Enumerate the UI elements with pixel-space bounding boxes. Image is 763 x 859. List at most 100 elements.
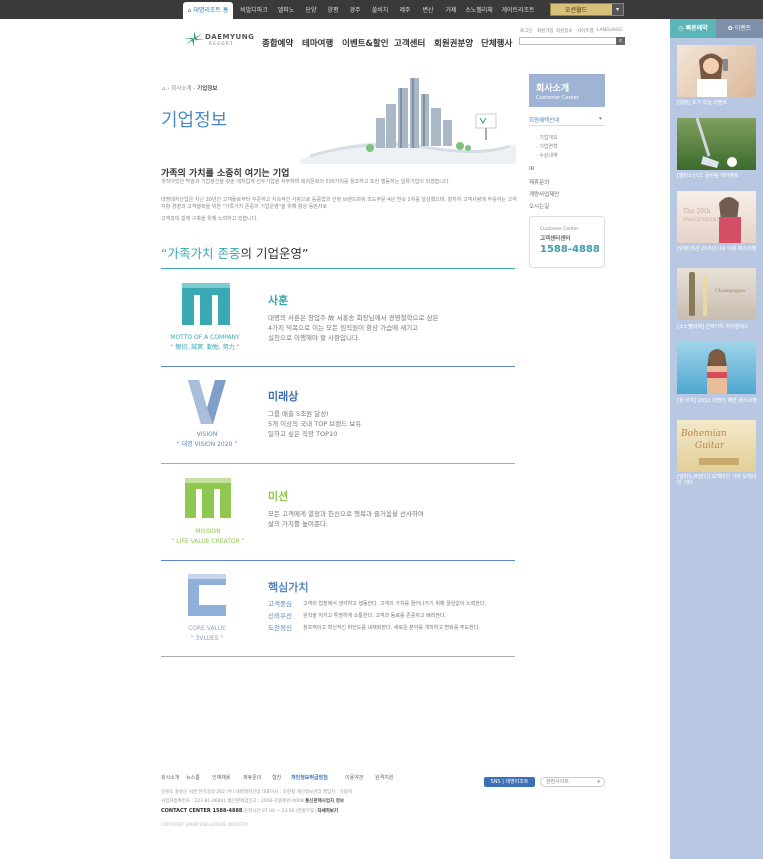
top-tab-geoje[interactable]: 거제 <box>441 2 461 19</box>
sidebar-item-partnership[interactable]: 제휴문의 <box>529 178 549 186</box>
top-resort-bar: ⌂ 대명리조트 홈 비발디파크 델피노 단양 양평 경주 쏠비치 제주 변산 거… <box>0 0 763 19</box>
intro-heading: 가족의 가치를 소중히 여기는 기업 <box>161 169 290 179</box>
core-value-sub: “ 3VLUES ” <box>190 635 224 642</box>
promo-caption-6[interactable]: [델피노/비발디] 보헤미안 기타 보헤미안 기타 <box>677 474 759 486</box>
page-title: 기업정보 <box>161 110 228 131</box>
top-tab-yangpyeong[interactable]: 양평 <box>323 2 343 19</box>
top-tab-solbeach[interactable]: 쏠비치 <box>367 2 393 19</box>
top-tab-jeju[interactable]: 제주 <box>395 2 415 19</box>
top-tab-vivaldi[interactable]: 비발디파크 <box>238 2 270 19</box>
sidebar-sub-history[interactable]: · 기업연혁 <box>536 143 558 150</box>
top-tab-delpino[interactable]: 델피노 <box>273 2 299 19</box>
sidebar-item-ir[interactable]: IR <box>529 166 534 172</box>
copyright: COPYRIGHT DAEMYUNG LEISURE INDUSTRY <box>161 822 249 827</box>
util-sitemap[interactable]: 사이트맵 <box>577 28 594 34</box>
svg-text:YANGPYEONG: YANGPYEONG <box>682 217 721 223</box>
nav-group-events[interactable]: 단체행사 <box>481 37 512 49</box>
search-input[interactable] <box>519 37 625 45</box>
nav-theme-travel[interactable]: 테마여행 <box>302 37 333 49</box>
footer-link-terms[interactable]: 이용약관 <box>345 774 363 781</box>
nav-membership[interactable]: 회원권분양 <box>434 37 473 49</box>
top-tab-byeonsan[interactable]: 변산 <box>418 2 438 19</box>
promo-image-3[interactable]: The 20th YANGPYEONG <box>677 191 756 243</box>
top-tab-sonofelice[interactable]: 소노펠리체 <box>463 2 495 19</box>
logo-subtext: RESORT <box>209 41 234 46</box>
nav-events[interactable]: 이벤트&할인 <box>342 37 389 49</box>
vision-line-1: 그룹 매출 5조원 달성! <box>268 410 329 418</box>
logo-text: DAEMYUNG <box>205 33 255 41</box>
sidebar-sub-overview[interactable]: · 기업개요 <box>536 134 558 141</box>
footer-address: 강원도 홍천군 서면 한치골길 262 (주) 대명레저산업 대표이사 : 조현… <box>161 790 353 795</box>
footer-link-partnership[interactable]: 제휴문의 <box>243 774 261 781</box>
util-language[interactable]: LANGUAGE <box>597 28 622 33</box>
sidebar-item-directions[interactable]: 오시는길 <box>529 202 549 210</box>
core-value-desc-1: 고객의 입장에서 생각하고 행동한다. 고객의 가치를 끌어나가기 위해 끊임없… <box>303 601 487 607</box>
event-tab[interactable]: ✿ 이벤트 <box>716 19 763 38</box>
promo-caption-2[interactable]: [델피노] CC 골린팀 헤이팬트 <box>677 173 759 179</box>
family-site-select[interactable]: 관련사이트 ▾ <box>540 777 605 787</box>
footer-detail-link[interactable]: 자세히보기 <box>317 809 338 814</box>
home-icon[interactable]: ⌂ <box>162 86 166 92</box>
vision-sub: “ 대명 VISION 2020 ” <box>176 441 238 448</box>
breadcrumb-current: 기업정보 <box>197 86 218 92</box>
mission-label: MISSION <box>195 528 221 535</box>
promo-caption-3[interactable]: [양평]개관 20주년기념 이용 패스이벤 <box>677 246 759 252</box>
promo-image-2[interactable] <box>677 118 756 170</box>
breadcrumb: ⌂ › 회사소개 › 기업정보 <box>162 86 218 92</box>
footer-contact: CONTACT CENTER 1588-4888 운영시간 07:00 ~ 23… <box>161 808 339 814</box>
footer-link-company[interactable]: 회사소개 <box>161 774 179 781</box>
motto-line-1: 대명의 사훈은 창업주 故 서홍송 회장님께서 경영철학으로 삼은 <box>268 314 439 322</box>
promo-image-6[interactable]: Bohemian Guitar <box>677 420 756 472</box>
core-value-label: CORE VALUE <box>188 625 226 632</box>
nav-reservation[interactable]: 종합예약 <box>262 37 293 49</box>
woman-phone-image <box>697 53 728 97</box>
top-tab-gyeongju[interactable]: 경주 <box>345 2 365 19</box>
footer-link-sponsor[interactable]: 협찬 <box>272 774 281 781</box>
chevron-down-icon: ▾ <box>599 116 602 122</box>
promo-image-1[interactable] <box>677 45 756 97</box>
top-tab-gate[interactable]: 게이트리조트 <box>500 2 536 19</box>
top-tab-danyang[interactable]: 단양 <box>301 2 321 19</box>
promo-caption-4[interactable]: [소노펠리체] 선택가치 하이클래스 <box>677 324 759 330</box>
sidebar-item-business-proposal[interactable]: 계량사업제안 <box>529 190 559 198</box>
city-buildings-image <box>300 78 516 164</box>
mission-line-1: 모든 고객에게 열정과 헌신으로 행복과 즐거움을 선사하여 <box>268 510 424 518</box>
sns-button[interactable]: SNS | 대명리조트 <box>484 777 535 787</box>
motto-line-2: 4가지 덕목으로 이는 모든 임직원이 항상 가슴에 새기고 <box>268 324 419 332</box>
promo-caption-1[interactable]: [양평] 조기 학실 이벤트 <box>677 100 759 106</box>
footer-link-remote[interactable]: 원격지원 <box>375 774 393 781</box>
promo-caption-5[interactable]: [쏠 비치] 2012 대명의 해변 패스이벤 <box>677 398 759 404</box>
sidebar-sub-awards[interactable]: · 수상내역 <box>536 152 558 159</box>
footer-link-recruit[interactable]: 인재채용 <box>212 774 230 781</box>
motto-line-3: 실천으로 이행해야 할 사항입니다. <box>268 334 360 342</box>
contact-label-en: Customer Center <box>540 227 579 232</box>
footer-contact-center: CONTACT CENTER 1588-4888 <box>161 808 243 814</box>
util-login[interactable]: 로그인 <box>520 28 532 34</box>
section-divider-blue-2 <box>161 560 515 561</box>
promo-image-5[interactable] <box>677 342 756 394</box>
destination-select[interactable]: 오션월드 ▾ <box>550 3 624 16</box>
motto-label: MOTTO OF A COMPANY <box>170 334 240 341</box>
vision-label: VISION <box>196 431 218 438</box>
chevron-down-icon: ▾ <box>612 4 623 15</box>
vision-v-icon <box>188 380 226 424</box>
footer-link-privacy[interactable]: 개인정보취급방침 <box>291 774 328 781</box>
breadcrumb-company[interactable]: 회사소개 <box>171 86 191 92</box>
sidebar-item-benefits[interactable]: 회원혜택안내 ▾ <box>529 116 602 124</box>
motto-m-icon <box>182 283 230 325</box>
search-icon[interactable]: ⌕ <box>616 37 625 45</box>
footer-link-newsroom[interactable]: 뉴스룸 <box>186 774 200 781</box>
util-member-info[interactable]: 회원정보 <box>556 28 573 34</box>
section-divider-end <box>161 656 515 657</box>
management-heading: “가족가치 존중의 기업운영” <box>161 246 309 261</box>
biz-info-link[interactable]: 통신판매사업자 정보 <box>305 799 344 804</box>
top-tab-home[interactable]: ⌂ 대명리조트 홈 <box>183 2 233 19</box>
quick-reservation-tab[interactable]: ◷ 빠른예약 <box>670 19 716 38</box>
nav-customer-center[interactable]: 고객센터 <box>394 37 425 49</box>
section-divider-green <box>161 463 515 464</box>
promo-image-4[interactable]: Champagne <box>677 268 756 320</box>
core-value-title: 핵심가치 <box>268 581 309 594</box>
intro-paragraph-2: 대명레저산업은 지난 20년간 고객들로부터 꾸준하고 지속적인 사랑으로 등중… <box>161 197 517 210</box>
util-join[interactable]: 회원가입 <box>537 28 554 34</box>
core-value-name-2: 신뢰우선 <box>268 612 292 620</box>
